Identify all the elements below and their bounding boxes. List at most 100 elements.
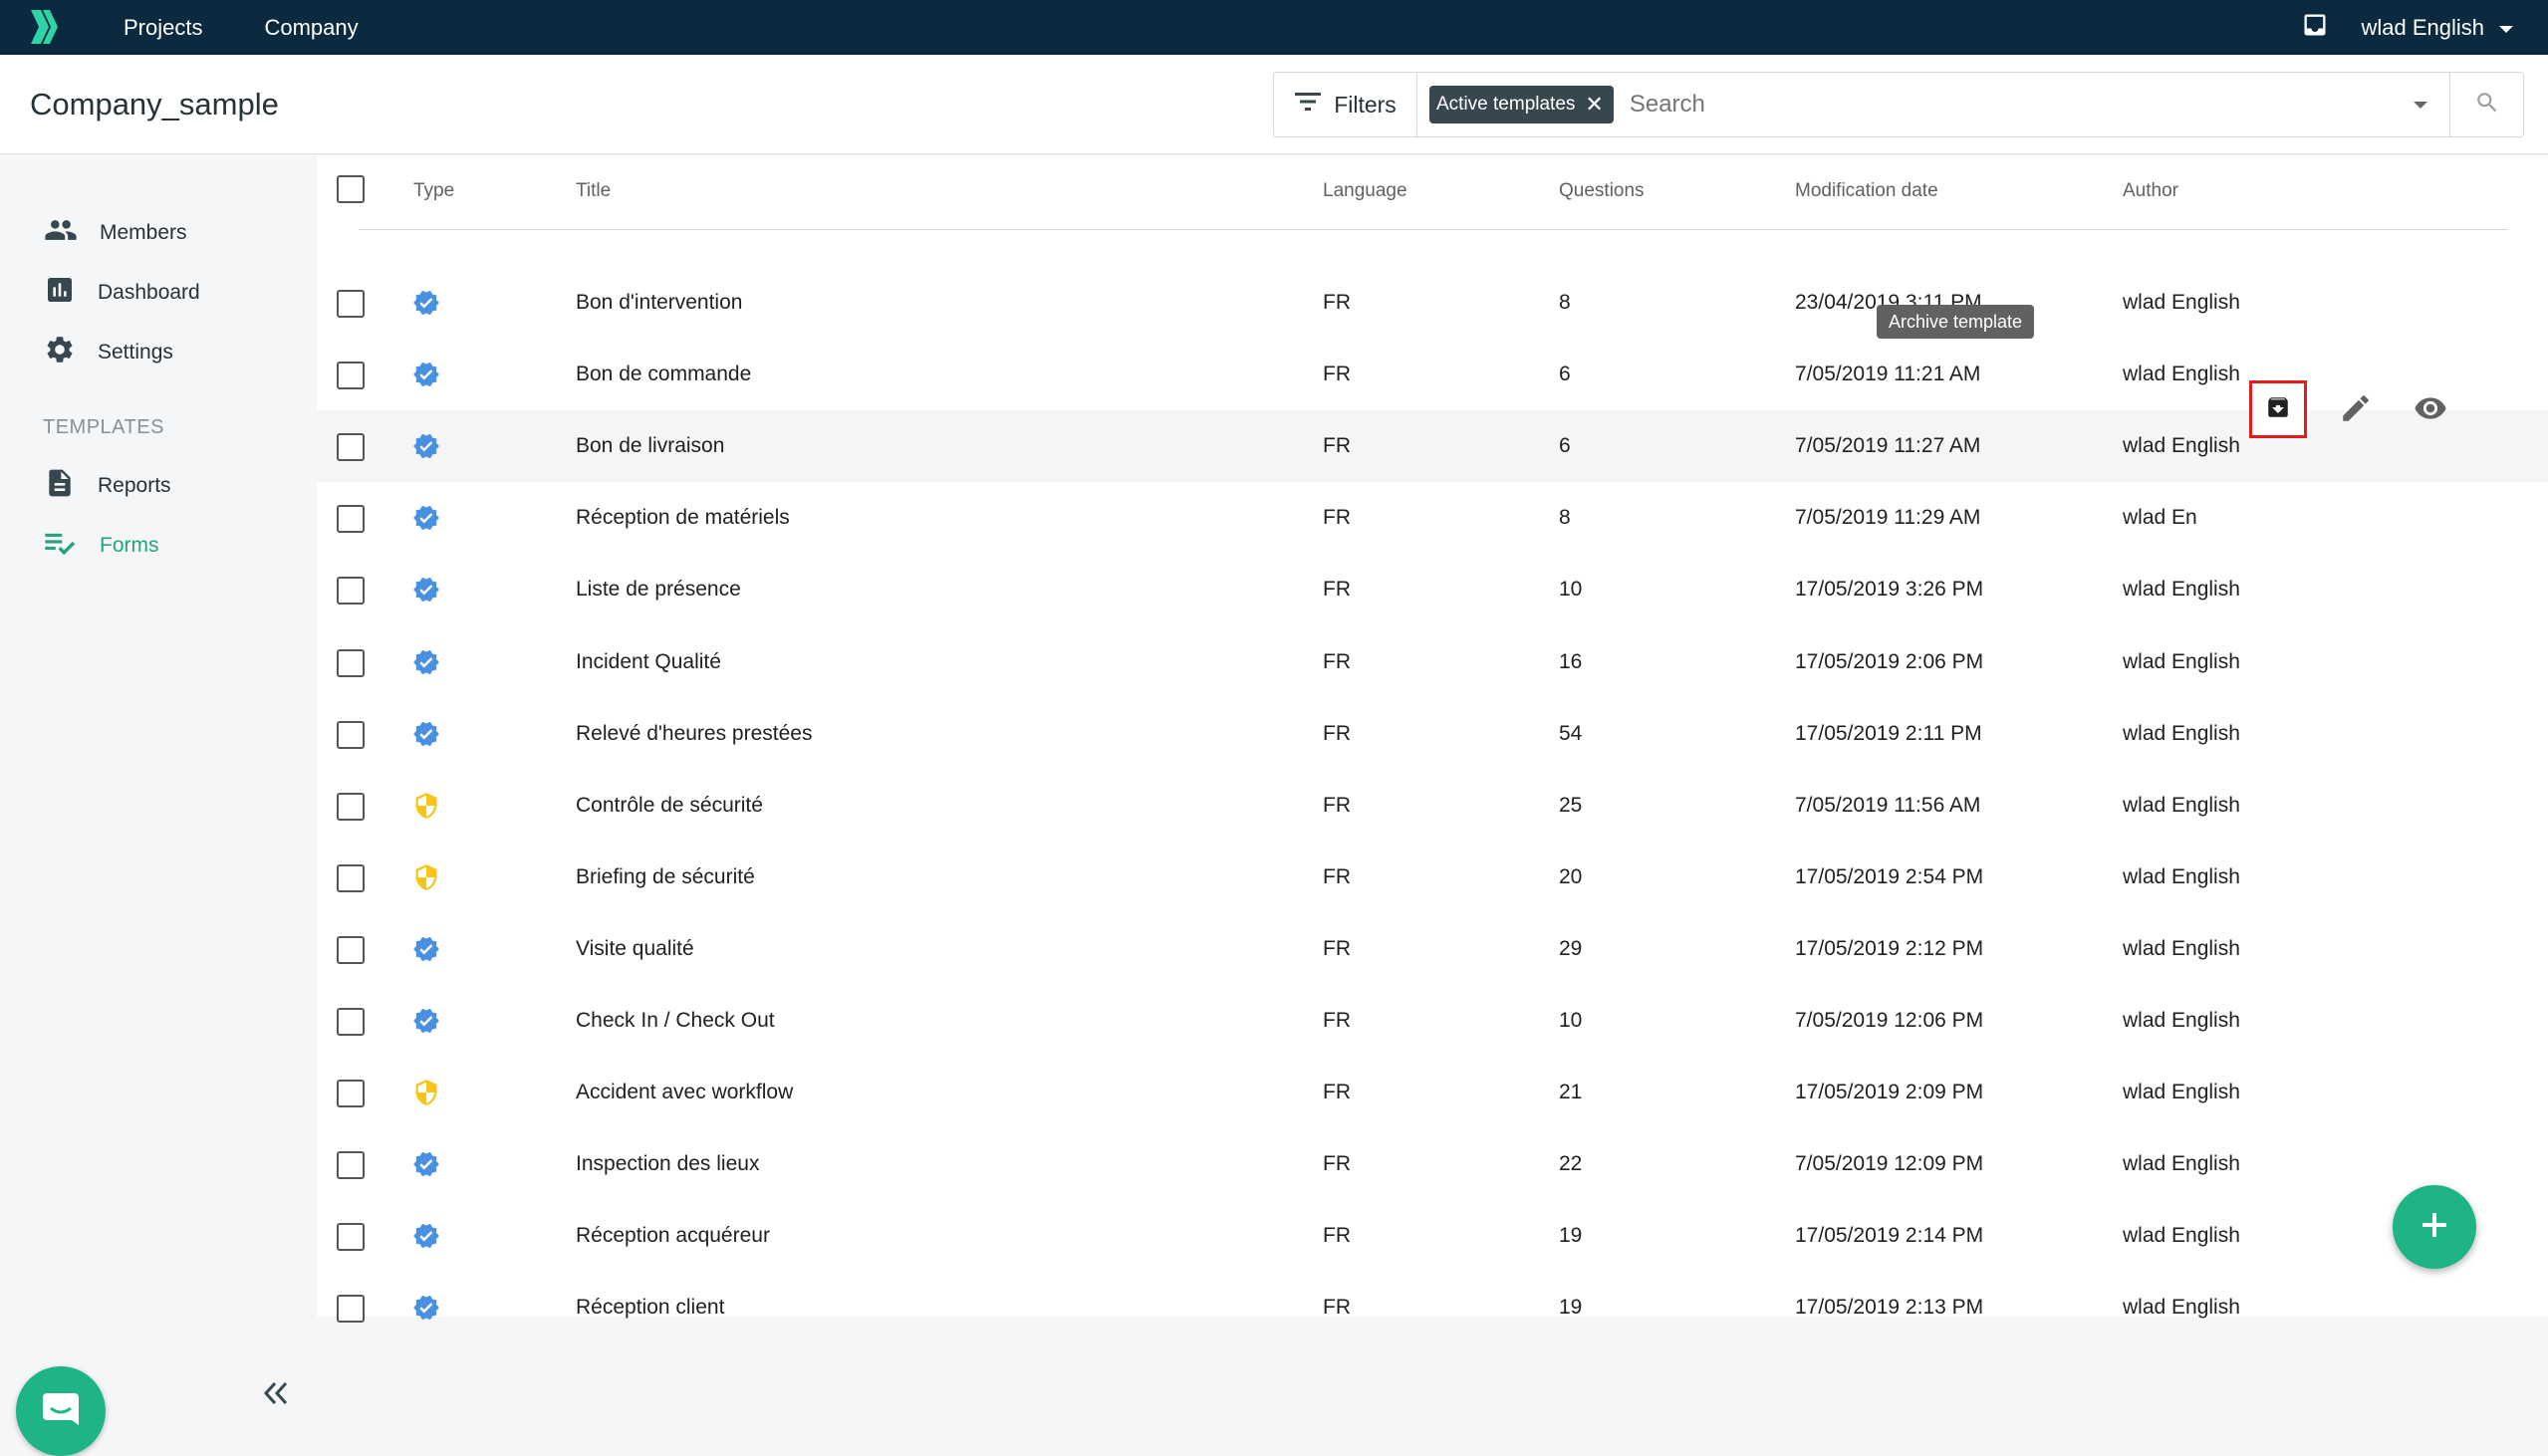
sidebar-item-forms[interactable]: Forms [44,526,159,566]
sidebar-item-label: Members [100,221,187,244]
row-checkbox[interactable] [337,1295,365,1324]
row-checkbox[interactable] [337,290,365,318]
nav-projects[interactable]: Projects [124,15,202,41]
row-author: wlad English [2123,936,2240,960]
sidebar-item-settings[interactable]: Settings [44,333,173,372]
table-row[interactable]: Briefing de sécurité FR 20 17/05/2019 2:54 … [317,842,2548,913]
row-title[interactable]: Réception client [576,1272,724,1343]
close-icon[interactable]: ✕ [1585,94,1603,116]
row-checkbox[interactable] [337,648,365,677]
row-questions: 8 [1559,291,1571,314]
row-language: FR [1323,1009,1351,1032]
row-title[interactable]: Bon d'intervention [576,267,742,339]
row-checkbox[interactable] [337,1080,365,1108]
collapse-sidebar-icon[interactable] [261,1380,291,1411]
table-row[interactable]: Visite qualité FR 29 17/05/2019 2:12 PM wlad… [317,913,2548,985]
filters-button[interactable]: Filters [1274,73,1417,136]
table-row[interactable]: Contrôle de sécurité FR 25 7/05/2019 11:56 … [317,770,2548,842]
table-row[interactable]: Bon d'intervention FR 8 23/04/2019 3:11 PM w… [317,267,2548,339]
row-title[interactable]: Accident avec workflow [576,1057,793,1128]
row-checkbox[interactable] [337,863,365,892]
chevron-down-icon [2498,15,2514,41]
column-header-type[interactable]: Type [413,155,454,227]
row-language: FR [1323,363,1351,386]
table-row[interactable]: Relevé d'heures prestées FR 54 17/05/2019 2… [317,698,2548,770]
row-checkbox[interactable] [337,792,365,821]
table-row[interactable]: Check In / Check Out FR 10 7/05/2019 12:06 … [317,985,2548,1057]
row-questions: 6 [1559,363,1571,386]
row-title[interactable]: Bon de livraison [576,410,724,482]
inbox-icon[interactable] [2301,11,2329,45]
column-header-author[interactable]: Author [2123,155,2178,227]
table-row[interactable]: Liste de présence FR 10 17/05/2019 3:26 PM w… [317,554,2548,625]
chip-label: Active templates [1436,94,1576,115]
row-title[interactable]: Check In / Check Out [576,985,775,1057]
row-title[interactable]: Incident Qualité [576,626,721,698]
row-title[interactable]: Réception de matériels [576,482,790,554]
row-checkbox[interactable] [337,935,365,964]
row-author: wlad English [2123,649,2240,673]
row-title[interactable]: Bon de commande [576,339,751,410]
row-checkbox[interactable] [337,720,365,749]
row-title[interactable]: Contrôle de sécurité [576,770,763,842]
user-menu[interactable]: wlad English [2301,0,2514,55]
table-row[interactable]: Bon de commande FR 6 7/05/2019 11:21 AM wlad… [317,339,2548,410]
row-checkbox[interactable] [337,1151,365,1180]
row-title[interactable]: Relevé d'heures prestées [576,698,812,770]
table-row[interactable]: Inspection des lieux FR 22 7/05/2019 12:09 … [317,1128,2548,1200]
select-all-checkbox[interactable] [337,175,365,203]
table-row[interactable]: Bon de livraison FR 6 7/05/2019 11:27 AM wla… [317,410,2548,483]
row-title[interactable]: Briefing de sécurité [576,842,755,913]
row-title[interactable]: Inspection des lieux [576,1128,759,1200]
row-language: FR [1323,793,1351,817]
archive-tooltip: Archive template [1877,305,2035,339]
row-questions: 21 [1559,1081,1583,1104]
search-input[interactable] [1627,90,2325,120]
edit-button[interactable] [2339,391,2373,430]
column-header-language[interactable]: Language [1323,155,1407,227]
table-row[interactable]: Réception client FR 19 17/05/2019 2:13 PM wl… [317,1272,2548,1343]
row-author: wlad English [2123,578,2240,602]
chat-button[interactable] [16,1366,106,1456]
archive-button[interactable] [2249,380,2307,438]
row-author: wlad English [2123,793,2240,817]
sidebar-item-dashboard[interactable]: Dashboard [44,273,200,313]
row-checkbox[interactable] [337,433,365,462]
search-icon [2474,90,2500,121]
settings-icon [44,334,76,371]
row-title[interactable]: Réception acquéreur [576,1200,770,1272]
row-modification-date: 17/05/2019 2:09 PM [1795,1081,1984,1104]
row-title[interactable]: Liste de présence [576,554,741,625]
row-checkbox[interactable] [337,505,365,534]
row-author: wlad English [2123,864,2240,888]
row-title[interactable]: Visite qualité [576,913,694,985]
row-checkbox[interactable] [337,1008,365,1036]
row-checkbox[interactable] [337,577,365,606]
row-modification-date: 17/05/2019 2:14 PM [1795,1224,1984,1248]
verified-badge-icon [412,935,440,963]
column-header-modification-date[interactable]: Modification date [1795,155,1938,227]
row-author: wlad En [2123,506,2197,530]
column-header-title[interactable]: Title [576,155,611,227]
row-checkbox[interactable] [337,362,365,390]
row-checkbox[interactable] [337,1223,365,1252]
add-template-button[interactable] [2393,1185,2476,1269]
view-button[interactable] [2413,391,2448,430]
search-button[interactable] [2449,73,2523,136]
table-row[interactable]: Accident avec workflow FR 21 17/05/2019 2:0… [317,1057,2548,1128]
reports-icon [44,467,76,505]
dropdown-arrow-icon[interactable] [2414,101,2427,109]
row-author: wlad English [2123,1296,2240,1320]
top-bar: Projects Company wlad English [0,0,2548,55]
column-header-questions[interactable]: Questions [1559,155,1645,227]
app-logo-icon[interactable] [28,8,62,51]
table-row[interactable]: Réception de matériels FR 8 7/05/2019 11:29… [317,482,2548,554]
header-divider [359,229,2508,230]
row-questions: 29 [1559,936,1583,960]
nav-company[interactable]: Company [264,15,358,41]
sidebar-item-reports[interactable]: Reports [44,466,171,506]
table-row[interactable]: Réception acquéreur FR 19 17/05/2019 2:14 P… [317,1200,2548,1272]
table-row[interactable]: Incident Qualité FR 16 17/05/2019 2:06 PM wl… [317,626,2548,698]
row-language: FR [1323,434,1351,458]
sidebar-item-members[interactable]: Members [44,213,187,253]
